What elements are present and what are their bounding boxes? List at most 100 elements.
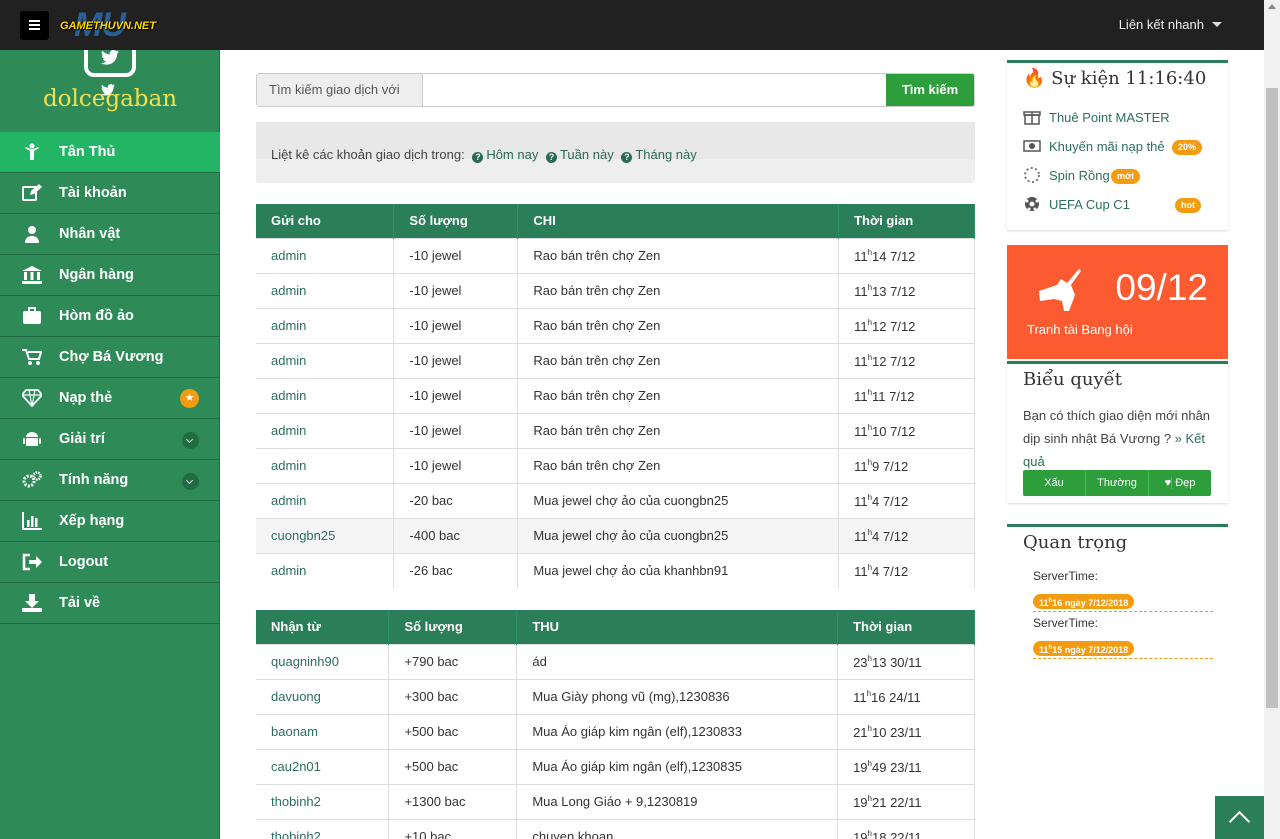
sidebar-item-hom-do-ao[interactable]: Hòm đồ ảo xyxy=(0,296,220,337)
event-label: UEFA Cup C1 xyxy=(1049,197,1130,212)
user-link[interactable]: quagninh90 xyxy=(256,643,390,679)
chevron-down-icon[interactable] xyxy=(182,473,199,490)
cogs-icon xyxy=(22,471,42,488)
time-hour: 11 xyxy=(854,283,868,299)
amount-cell: -10 jewel xyxy=(393,447,519,483)
user-link[interactable]: admin xyxy=(256,482,395,518)
time-hour: 21 xyxy=(853,724,868,740)
twitter-icon xyxy=(101,84,115,96)
events-title-text: Sự kiện 11:16:40 xyxy=(1051,68,1207,89)
caret-down-icon xyxy=(1212,22,1222,27)
filter-today-link[interactable]: ? Hôm nay xyxy=(472,147,538,163)
user-link[interactable]: baonam xyxy=(256,713,390,749)
table-row: admin -10 jewel Rao bán trên chợ Zen 11h11 … xyxy=(256,377,975,413)
poll-title: Biểu quyết xyxy=(1023,369,1122,390)
amount-cell: -10 jewel xyxy=(393,412,519,448)
time-rest: 12 7/12 xyxy=(872,353,916,369)
sidebar-item-label: Tính năng xyxy=(59,472,129,488)
sidebar-item-ngan-hang[interactable]: Ngân hàng xyxy=(0,255,220,296)
top-navbar: MU GAMETHUVN.NET Liên kết nhanh xyxy=(0,0,1264,50)
time-hour: 11 xyxy=(854,493,868,509)
servertime-rest: 15 ngày 7/12/2018 xyxy=(1052,645,1129,655)
sidebar-item-tinh-nang[interactable]: Tính năng xyxy=(0,460,220,501)
search-input[interactable] xyxy=(423,74,888,106)
sidebar-item-cho-ba-vuong[interactable]: Chợ Bá Vương xyxy=(0,337,220,378)
sidebar-item-nap-the[interactable]: Nạp thẻ ★ xyxy=(0,378,220,419)
time-rest: 14 7/12 xyxy=(872,248,916,264)
menu-toggle-button[interactable] xyxy=(20,11,49,40)
back-to-top-button[interactable] xyxy=(1215,796,1264,839)
user-link[interactable]: admin xyxy=(256,447,395,483)
table-row: admin -20 bac Mua jewel chợ ảo của cuongbn… xyxy=(256,482,975,518)
time-rest: 9 7/12 xyxy=(872,458,909,474)
divider xyxy=(1033,611,1213,612)
event-item-khuyen-mai[interactable]: Khuyến mãi nạp thẻ xyxy=(1023,138,1165,154)
time-cell: 11h12 7/12 xyxy=(838,342,975,378)
amount-cell: -26 bac xyxy=(393,552,519,588)
poll-option-dep[interactable]: ♥ Đẹp xyxy=(1149,470,1211,496)
user-link[interactable]: thobinh2 xyxy=(256,783,390,819)
sidebar-item-label: Logout xyxy=(59,554,109,570)
time-cell: 23h13 30/11 xyxy=(837,643,975,679)
time-rest: 49 23/11 xyxy=(872,759,922,775)
question-icon: ? xyxy=(472,152,484,163)
user-link[interactable]: cuongbn25 xyxy=(256,517,395,553)
user-link[interactable]: cau2n01 xyxy=(256,748,390,784)
site-logo[interactable]: MU GAMETHUVN.NET xyxy=(58,8,180,42)
servertime-label: ServerTime: xyxy=(1033,616,1098,630)
description-cell: Rao bán trên chợ Zen xyxy=(517,237,840,273)
user-link[interactable]: admin xyxy=(256,552,395,588)
chevron-down-icon[interactable] xyxy=(182,432,199,449)
guild-war-date: 09/12 xyxy=(1115,267,1208,308)
sidebar-item-tai-ve[interactable]: Tải về xyxy=(0,583,220,624)
sidebar-item-logout[interactable]: Logout xyxy=(0,542,220,583)
logo-text: GAMETHUVN.NET xyxy=(60,20,156,32)
event-item-thue-point[interactable]: Thuê Point MASTER xyxy=(1023,109,1170,125)
guild-war-card[interactable]: 09/12 Tranh tài Bang hội xyxy=(1007,245,1228,359)
time-hour: 11 xyxy=(854,353,868,369)
time-hour: 19 xyxy=(853,829,868,839)
quick-links-dropdown[interactable]: Liên kết nhanh xyxy=(1119,17,1222,32)
description-cell: Rao bán trên chợ Zen xyxy=(517,412,840,448)
filter-panel: Liệt kê các khoản giao dịch trong: ? Hôm … xyxy=(256,122,975,183)
time-cell: 11h11 7/12 xyxy=(838,377,975,413)
sidebar-item-tan-thu[interactable]: Tân Thủ xyxy=(0,132,220,173)
poll-option-xau[interactable]: Xấu xyxy=(1023,470,1086,496)
scrollbar-thumb[interactable] xyxy=(1266,88,1278,708)
user-link[interactable]: admin xyxy=(256,412,395,448)
time-hour: 11 xyxy=(854,318,868,334)
filter-week-link[interactable]: ? Tuần này xyxy=(545,147,614,163)
user-link[interactable]: admin xyxy=(256,342,395,378)
poll-option-thuong[interactable]: Thường xyxy=(1086,470,1149,496)
scroll-up-arrow-icon[interactable] xyxy=(1268,4,1276,9)
poll-options: Xấu Thường ♥ Đẹp xyxy=(1023,470,1211,496)
sidebar-item-label: Xếp hạng xyxy=(59,513,125,529)
event-item-uefa[interactable]: UEFA Cup C1 xyxy=(1023,196,1130,212)
page-scrollbar[interactable] xyxy=(1264,0,1280,839)
user-link[interactable]: davuong xyxy=(256,678,390,714)
important-panel: Quan trọng ServerTime: 11h16 ngày 7/12/2… xyxy=(1007,524,1228,839)
chart-icon xyxy=(22,512,42,530)
time-rest: 10 7/12 xyxy=(872,423,916,439)
user-link[interactable]: admin xyxy=(256,272,395,308)
event-item-spin-rong[interactable]: Spin Rồng xyxy=(1023,167,1110,183)
filter-month-link[interactable]: ? Tháng này xyxy=(621,147,697,163)
user-link[interactable]: admin xyxy=(256,377,395,413)
time-cell: 11h10 7/12 xyxy=(838,412,975,448)
user-link[interactable]: admin xyxy=(256,307,395,343)
sidebar-item-xep-hang[interactable]: Xếp hạng xyxy=(0,501,220,542)
user-link[interactable]: thobinh2 xyxy=(256,818,390,839)
search-button[interactable]: Tìm kiếm xyxy=(886,74,974,106)
amount-cell: +500 bac xyxy=(388,713,518,749)
table-row: admin -10 jewel Rao bán trên chợ Zen 11h9 7… xyxy=(256,447,975,483)
heart-icon: ♥ xyxy=(1164,477,1173,489)
amount-cell: +1300 bac xyxy=(388,783,518,819)
sidebar-item-giai-tri[interactable]: Giải trí xyxy=(0,419,220,460)
sidebar-item-tai-khoan[interactable]: Tài khoản xyxy=(0,173,220,214)
description-cell: ád xyxy=(516,643,839,679)
user-link[interactable]: admin xyxy=(256,237,395,273)
sidebar-item-nhan-vat[interactable]: Nhân vật xyxy=(0,214,220,255)
description-cell: Mua Áo giáp kim ngân (elf),1230833 xyxy=(516,713,839,749)
description-cell: Rao bán trên chợ Zen xyxy=(517,307,840,343)
star-badge-icon: ★ xyxy=(180,389,199,408)
